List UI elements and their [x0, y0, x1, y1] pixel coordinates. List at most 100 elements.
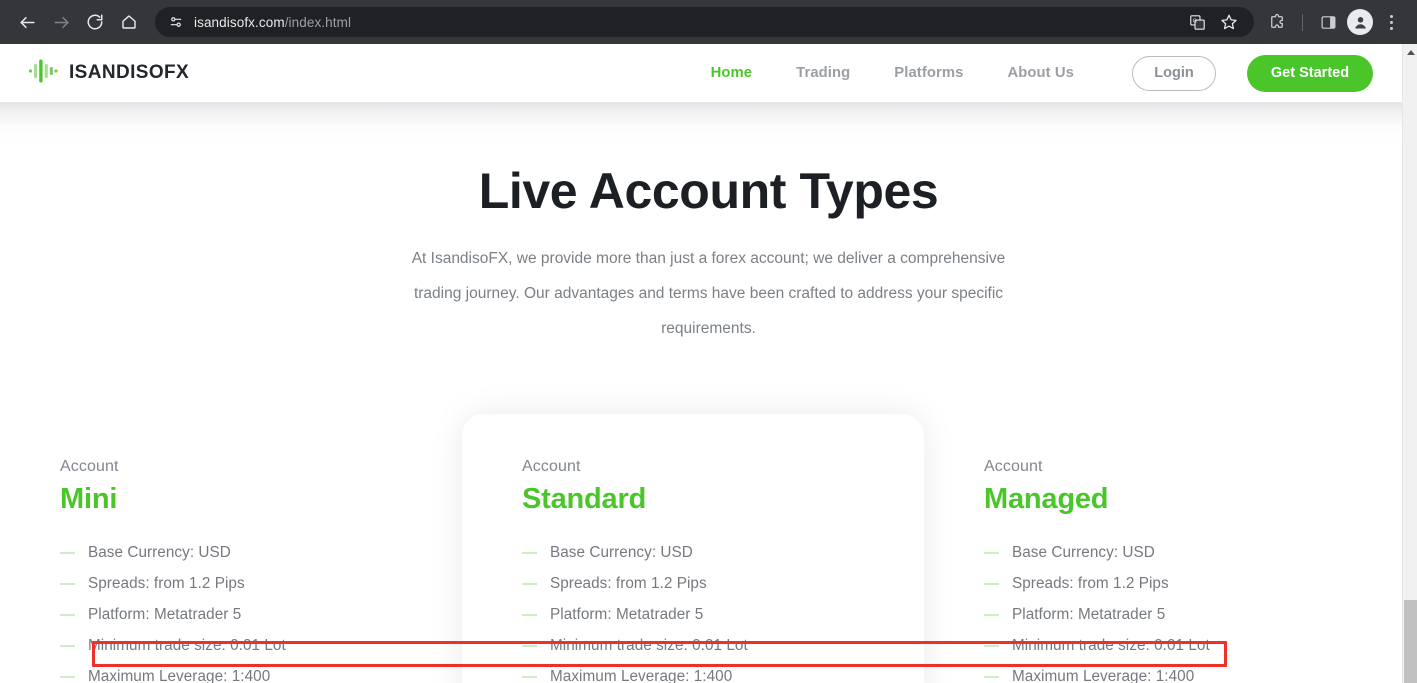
page-viewport: ISANDISOFX Home Trading Platforms About … [0, 44, 1417, 683]
account-type-cards: Account Mini — Base Currency: USD — Spread… [0, 414, 1387, 683]
site-logo[interactable]: ISANDISOFX [28, 58, 189, 89]
feature-text: Platform: Metatrader 5 [550, 606, 704, 623]
feature-text: Minimum trade size: 0.01 Lot [1012, 637, 1210, 654]
menu-dot [1389, 14, 1393, 18]
feature-text: Maximum Leverage: 1:400 [1012, 668, 1195, 683]
star-bookmark-icon[interactable] [1214, 7, 1244, 37]
feature-text: Platform: Metatrader 5 [88, 606, 242, 623]
nav-link-platforms[interactable]: Platforms [894, 65, 963, 81]
scroll-up-arrow-icon[interactable] [1403, 44, 1417, 60]
reload-button[interactable] [78, 5, 112, 39]
list-item: — Platform: Metatrader 5 [984, 606, 1386, 637]
nav-link-trading[interactable]: Trading [796, 65, 850, 81]
list-item-max-leverage: — Maximum Leverage: 1:400 [522, 668, 924, 683]
feature-text: Spreads: from 1.2 Pips [550, 575, 707, 592]
dash-bullet-icon: — [984, 637, 1000, 654]
page-subtitle: At IsandisoFX, we provide more than just… [411, 250, 1006, 337]
hero-section: Live Account Types At IsandisoFX, we pro… [0, 102, 1417, 347]
feature-text: Base Currency: USD [88, 544, 231, 561]
card-title-managed: Managed [984, 483, 1109, 515]
header-actions: Login Get Started [1132, 54, 1373, 92]
side-panel-icon[interactable] [1313, 7, 1343, 37]
card-title-standard: Standard [522, 483, 647, 515]
site-permissions-icon[interactable] [167, 14, 184, 31]
dash-bullet-icon: — [522, 544, 538, 561]
dash-bullet-icon: — [984, 606, 1000, 623]
list-item: — Minimum trade size: 0.01 Lot [60, 637, 462, 668]
site-header: ISANDISOFX Home Trading Platforms About … [0, 44, 1417, 102]
list-item: — Base Currency: USD [60, 544, 462, 575]
dash-bullet-icon: — [60, 606, 76, 623]
translate-icon[interactable]: G [1182, 7, 1212, 37]
back-arrow-icon [18, 13, 37, 32]
feature-text: Platform: Metatrader 5 [1012, 606, 1166, 623]
page-scrollbar[interactable] [1402, 44, 1417, 683]
list-item: — Platform: Metatrader 5 [522, 606, 924, 637]
feature-text: Minimum trade size: 0.01 Lot [88, 637, 286, 654]
account-card-mini[interactable]: Account Mini — Base Currency: USD — Spread… [0, 414, 462, 683]
svg-text:G: G [1192, 18, 1196, 24]
account-card-standard[interactable]: Account Standard — Base Currency: USD — Sp… [462, 414, 924, 683]
list-item: — Spreads: from 1.2 Pips [522, 575, 924, 606]
dash-bullet-icon: — [984, 668, 1000, 683]
list-item: — Minimum trade size: 0.01 Lot [522, 637, 924, 668]
dash-bullet-icon: — [60, 544, 76, 561]
nav-link-about-us[interactable]: About Us [1007, 65, 1074, 81]
three-dot-menu-icon[interactable] [1377, 7, 1405, 37]
forward-button[interactable] [44, 5, 78, 39]
browser-action-icons [1262, 7, 1407, 37]
feature-list-managed: — Base Currency: USD — Spreads: from 1.2 P… [984, 544, 1386, 683]
feature-text: Spreads: from 1.2 Pips [1012, 575, 1169, 592]
feature-text: Minimum trade size: 0.01 Lot [550, 637, 748, 654]
nav-link-home[interactable]: Home [711, 65, 753, 81]
dash-bullet-icon: — [522, 668, 538, 683]
dash-bullet-icon: — [984, 544, 1000, 561]
url-path: /index.html [284, 14, 352, 30]
extensions-puzzle-icon[interactable] [1262, 7, 1292, 37]
list-item: — Base Currency: USD [522, 544, 924, 575]
page-body: Live Account Types At IsandisoFX, we pro… [0, 102, 1417, 683]
dash-bullet-icon: — [60, 637, 76, 654]
card-eyebrow: Account [60, 458, 119, 475]
dash-bullet-icon: — [984, 575, 1000, 592]
reload-icon [86, 13, 104, 31]
feature-text: Maximum Leverage: 1:400 [88, 668, 271, 683]
feature-text: Base Currency: USD [1012, 544, 1155, 561]
back-button[interactable] [10, 5, 44, 39]
feature-text: Maximum Leverage: 1:400 [550, 668, 733, 683]
home-button[interactable] [112, 5, 146, 39]
address-bar[interactable]: isandisofx.com/index.html G [155, 7, 1254, 37]
get-started-button[interactable]: Get Started [1247, 54, 1373, 92]
list-item-max-leverage: — Maximum Leverage: 1:400 [984, 668, 1386, 683]
main-navigation: Home Trading Platforms About Us [711, 65, 1074, 81]
dash-bullet-icon: — [60, 668, 76, 683]
list-item: — Spreads: from 1.2 Pips [60, 575, 462, 606]
feature-list-mini: — Base Currency: USD — Spreads: from 1.2 P… [60, 544, 462, 683]
feature-text: Spreads: from 1.2 Pips [88, 575, 245, 592]
dash-bullet-icon: — [522, 575, 538, 592]
list-item-max-leverage: — Maximum Leverage: 1:400 [60, 668, 462, 683]
card-eyebrow: Account [522, 458, 581, 475]
feature-text: Base Currency: USD [550, 544, 693, 561]
list-item: — Platform: Metatrader 5 [60, 606, 462, 637]
login-button[interactable]: Login [1132, 55, 1216, 91]
menu-dot [1389, 20, 1393, 24]
list-item: — Minimum trade size: 0.01 Lot [984, 637, 1386, 668]
card-eyebrow: Account [984, 458, 1043, 475]
list-item: — Spreads: from 1.2 Pips [984, 575, 1386, 606]
profile-avatar-icon[interactable] [1347, 9, 1373, 35]
omnibox-actions: G [1182, 7, 1244, 37]
forward-arrow-icon [52, 13, 71, 32]
candlestick-logo-icon [28, 58, 58, 89]
site-logo-text: ISANDISOFX [69, 62, 190, 83]
dash-bullet-icon: — [522, 637, 538, 654]
url-host: isandisofx.com [194, 14, 285, 30]
account-card-managed[interactable]: Account Managed — Base Currency: USD — Spr… [924, 414, 1386, 683]
card-title-mini: Mini [60, 483, 118, 515]
page-title: Live Account Types [478, 163, 939, 219]
browser-toolbar: isandisofx.com/index.html G [0, 0, 1417, 44]
triangle-up-icon [1406, 49, 1415, 55]
dash-bullet-icon: — [522, 606, 538, 623]
home-icon [120, 13, 138, 31]
scrollbar-thumb[interactable] [1404, 600, 1417, 683]
